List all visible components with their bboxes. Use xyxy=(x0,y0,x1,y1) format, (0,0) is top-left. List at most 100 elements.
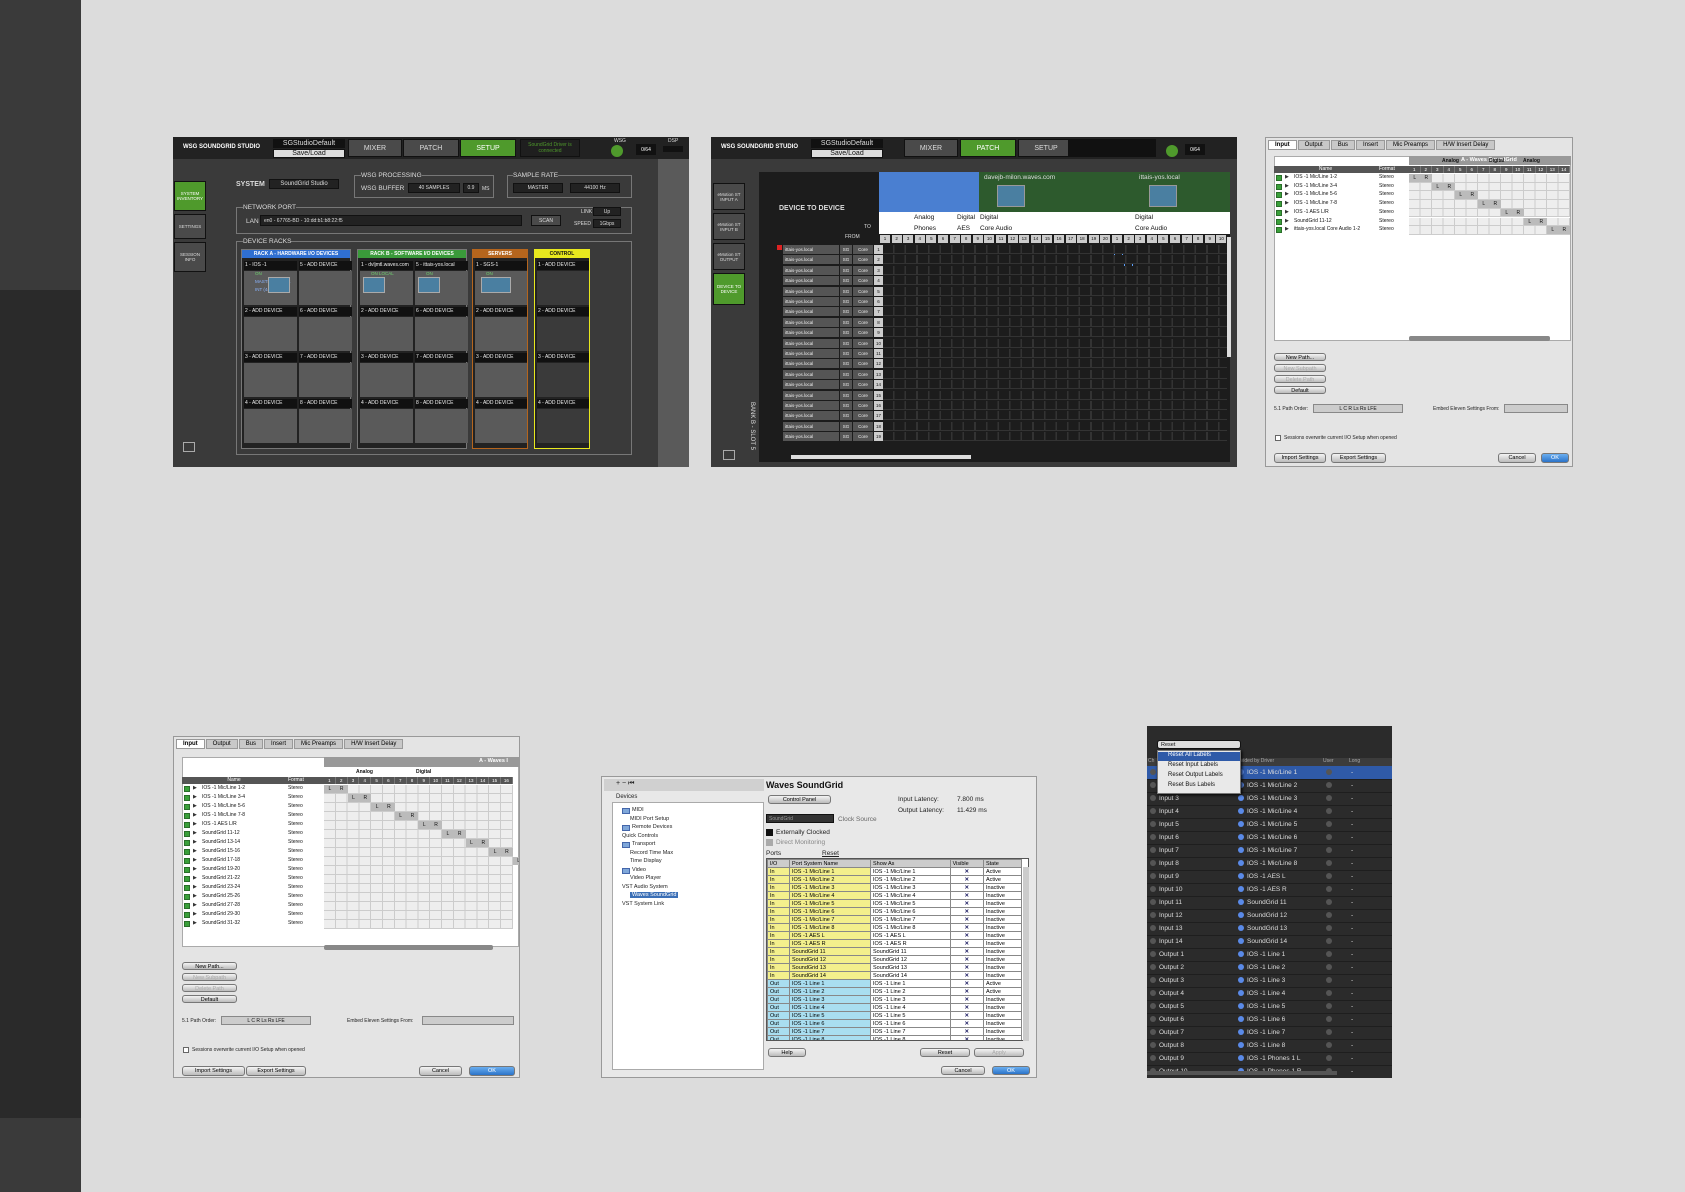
driver-radio[interactable] xyxy=(1238,1003,1244,1010)
channel-radio[interactable] xyxy=(1150,1003,1156,1010)
assign-right[interactable]: R xyxy=(1489,200,1501,208)
user-radio[interactable] xyxy=(1326,808,1332,815)
user-radio[interactable] xyxy=(1326,795,1332,802)
port-row[interactable]: In SoundGrid 11 SoundGrid 11 ✕ Inactive xyxy=(767,947,1023,956)
driver-radio[interactable] xyxy=(1238,808,1244,815)
io-tab-2[interactable]: Bus xyxy=(1330,140,1356,150)
user-radio[interactable] xyxy=(1326,1055,1332,1062)
horizontal-scrollbar[interactable] xyxy=(1409,336,1550,341)
label-row[interactable]: Input 13 SoundGrid 13 - xyxy=(1147,922,1392,936)
assign-right[interactable]: R xyxy=(1512,208,1524,217)
rack-3-slot[interactable]: 3 - ADD DEVICE xyxy=(537,353,589,362)
channel-radio[interactable] xyxy=(1150,1055,1156,1062)
assign-left[interactable]: L xyxy=(1501,208,1513,217)
label-row[interactable]: Input 5 IOS -1 Mic/Line 5 - xyxy=(1147,818,1392,832)
row-checkbox[interactable] xyxy=(1276,201,1282,208)
port-show-as[interactable]: IOS -1 AES L xyxy=(869,931,951,940)
port-row[interactable]: In IOS -1 Mic/Line 4 IOS -1 Mic/Line 4 ✕ Ina… xyxy=(767,891,1023,900)
user-radio[interactable] xyxy=(1326,769,1332,776)
assign-left[interactable]: L xyxy=(465,839,478,847)
port-show-as[interactable]: SoundGrid 12 xyxy=(869,955,951,964)
row-checkbox[interactable] xyxy=(184,813,190,819)
label-row[interactable]: Output 9 IOS -1 Phones 1 L - xyxy=(1147,1052,1392,1066)
channel-radio[interactable] xyxy=(1150,1016,1156,1023)
channel-radio[interactable] xyxy=(1150,899,1156,906)
port-visible-checkbox[interactable]: ✕ xyxy=(949,875,984,884)
port-row[interactable]: In IOS -1 Mic/Line 2 IOS -1 Mic/Line 2 ✕ Act… xyxy=(767,875,1023,884)
assign-left[interactable]: L xyxy=(1478,200,1490,208)
port-show-as[interactable]: IOS -1 Line 6 xyxy=(869,1019,951,1028)
user-radio[interactable] xyxy=(1326,1029,1332,1036)
assign-right[interactable]: R xyxy=(1420,174,1432,182)
user-radio[interactable] xyxy=(1326,834,1332,841)
label-row[interactable]: Input 4 IOS -1 Mic/Line 4 - xyxy=(1147,805,1392,819)
scan-button[interactable]: SCAN xyxy=(531,215,561,226)
expand-triangle-icon[interactable]: ▶ xyxy=(1285,183,1289,189)
assign-left[interactable]: L xyxy=(1409,174,1421,182)
tab-patch[interactable]: PATCH xyxy=(403,139,459,157)
port-row[interactable]: In IOS -1 Mic/Line 6 IOS -1 Mic/Line 6 ✕ Ina… xyxy=(767,907,1023,916)
row-checkbox[interactable] xyxy=(184,831,190,837)
assign-right[interactable]: R xyxy=(453,830,466,838)
port-visible-checkbox[interactable]: ✕ xyxy=(949,987,984,996)
control-panel-button[interactable]: Control Panel xyxy=(768,795,831,804)
ports-scrollbar[interactable] xyxy=(1023,867,1029,1041)
side-device-to-device[interactable]: DEVICE TO DEVICE xyxy=(713,273,745,305)
expand-triangle-icon[interactable]: ▶ xyxy=(193,794,197,800)
assign-right[interactable]: R xyxy=(1558,226,1570,234)
expand-triangle-icon[interactable]: ▶ xyxy=(193,830,197,836)
driver-radio[interactable] xyxy=(1238,977,1244,984)
expand-triangle-icon[interactable]: ▶ xyxy=(1285,200,1289,206)
vertical-scrollbar[interactable] xyxy=(1227,237,1231,357)
path-button-3[interactable]: Default xyxy=(182,995,237,1003)
rack-3-slot[interactable]: 4 - ADD DEVICE xyxy=(537,399,589,408)
row-checkbox[interactable] xyxy=(184,876,190,882)
row-checkbox[interactable] xyxy=(184,867,190,873)
expand-triangle-icon[interactable]: ▶ xyxy=(1285,226,1289,232)
driver-radio[interactable] xyxy=(1238,899,1244,906)
io-tab-5[interactable]: H/W Insert Delay xyxy=(344,739,404,749)
io-tab-3[interactable]: Insert xyxy=(264,739,294,749)
driver-radio[interactable] xyxy=(1238,951,1244,958)
io-tab-2[interactable]: Bus xyxy=(238,739,264,749)
port-row[interactable]: Out IOS -1 Line 5 IOS -1 Line 5 ✕ Inactive xyxy=(767,1011,1023,1020)
port-row[interactable]: In IOS -1 Mic/Line 3 IOS -1 Mic/Line 3 ✕ Ina… xyxy=(767,883,1023,892)
assign-left[interactable]: L xyxy=(1547,226,1559,234)
tab-mixer[interactable]: MIXER xyxy=(348,139,402,157)
driver-radio[interactable] xyxy=(1238,847,1244,854)
assign-left[interactable]: L xyxy=(418,821,431,829)
side-input-b[interactable]: eMotion ST INPUT B xyxy=(713,213,745,240)
tree-item[interactable]: Record Time Max xyxy=(630,850,673,856)
label-row[interactable]: Input 11 SoundGrid 11 - xyxy=(1147,896,1392,910)
port-show-as[interactable]: IOS -1 Mic/Line 4 xyxy=(869,891,951,900)
row-checkbox[interactable] xyxy=(184,795,190,801)
port-show-as[interactable]: SoundGrid 11 xyxy=(869,947,951,956)
ok-button[interactable]: OK xyxy=(992,1066,1030,1075)
port-show-as[interactable]: SoundGrid 14 xyxy=(869,971,951,980)
assign-right[interactable]: R xyxy=(335,785,348,793)
cancel-button[interactable]: Cancel xyxy=(941,1066,985,1075)
label-row[interactable]: Input 12 SoundGrid 12 - xyxy=(1147,909,1392,923)
path-button-1[interactable]: New Subpath xyxy=(182,973,237,981)
reset-menu-item[interactable]: Reset Output Labels xyxy=(1158,772,1240,781)
port-visible-checkbox[interactable]: ✕ xyxy=(949,891,984,900)
port-row[interactable]: In IOS -1 Mic/Line 5 IOS -1 Mic/Line 5 ✕ Ina… xyxy=(767,899,1023,908)
label-row[interactable]: Input 9 IOS -1 AES L - xyxy=(1147,870,1392,884)
port-visible-checkbox[interactable]: ✕ xyxy=(949,899,984,908)
channel-radio[interactable] xyxy=(1150,873,1156,880)
port-show-as[interactable]: IOS -1 Line 3 xyxy=(869,995,951,1004)
rack-3-slot[interactable]: 1 - ADD DEVICE xyxy=(537,261,589,270)
expand-triangle-icon[interactable]: ▶ xyxy=(193,857,197,863)
assign-left[interactable]: L xyxy=(324,785,336,793)
user-radio[interactable] xyxy=(1326,1016,1332,1023)
tree-item[interactable]: Video xyxy=(632,867,646,873)
port-visible-checkbox[interactable]: ✕ xyxy=(949,867,984,876)
ports-reset-link[interactable]: Reset xyxy=(822,850,839,857)
port-row[interactable]: In IOS -1 Mic/Line 1 IOS -1 Mic/Line 1 ✕ Act… xyxy=(767,867,1023,876)
label-row[interactable]: Output 3 IOS -1 Line 3 - xyxy=(1147,974,1392,988)
driver-radio[interactable] xyxy=(1238,912,1244,919)
rack-0-slot[interactable]: 8 - ADD DEVICE xyxy=(299,399,352,408)
port-visible-checkbox[interactable]: ✕ xyxy=(949,963,984,972)
rack-1-slot[interactable]: 8 - ADD DEVICE xyxy=(415,399,468,408)
driver-radio[interactable] xyxy=(1238,1016,1244,1023)
